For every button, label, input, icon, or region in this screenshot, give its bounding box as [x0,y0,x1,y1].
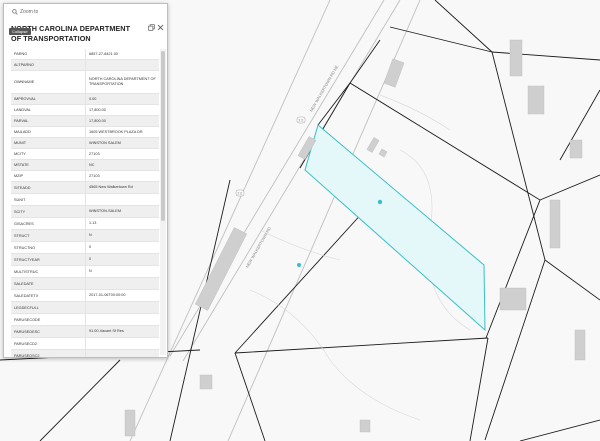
attribute-value: 27103 [85,171,159,181]
attribute-key: ALTPARNO [14,63,34,67]
zoom-to-link[interactable]: Zoom to [12,9,38,15]
attribute-key: LEGDECFULL [14,305,39,310]
attribute-key: MULTISTRUC [14,269,39,274]
attribute-value: 1605 WESTBROOK PLAZA DR [85,127,159,137]
attribute-row: STRUCTNO 0 [11,242,159,254]
attribute-row: PARUSEDSC2 [11,350,159,358]
attribute-row: STRUCTYEAR 0 [11,254,159,266]
attribute-key: MSTATE [14,163,29,167]
dock-icon [147,23,155,31]
attribute-key: PARNO [14,52,28,56]
attribute-key: MAILADD [14,130,31,134]
attribute-row: PARVAL 17,800.00 [11,116,159,127]
attribute-row: IMPROVVAL 0.00 [11,94,159,105]
collapse-tooltip: Collapse [9,28,31,35]
attribute-row: ALTPARNO [11,60,159,71]
svg-text:311: 311 [298,119,304,123]
attribute-value [85,60,159,70]
attribute-key: STRUCTYEAR [14,257,40,262]
attribute-value: 6857-27-8421.00 [85,49,159,59]
attribute-row: PARNO 6857-27-8421.00 [11,49,159,60]
attribute-row: LEGDECFULL [11,302,159,314]
attribute-row: LANDVAL 17,800.00 [11,105,159,116]
attribute-value: 91.00-Vacant Sf Res [85,326,159,337]
attribute-value [85,194,159,205]
attribute-value: 1.13 [85,218,159,229]
scrollbar-thumb[interactable] [161,51,165,221]
attribute-value: WINSTON SALEM [85,138,159,148]
attribute-key: STRUCT [14,233,30,238]
close-button[interactable] [156,23,164,31]
attribute-row: PARUSECODE [11,314,159,326]
attribute-value: 2017-01-06T00:00:00 [85,290,159,301]
attribute-key: OWNNAME [14,80,35,84]
magnifier-icon [12,9,18,15]
attribute-key: SUNIT [14,197,26,202]
attribute-key: STRUCTNO [14,245,36,250]
attribute-popup: Zoom to NORTH CAROLINA DEPARTMENT OF TRA… [3,3,168,358]
address-point-marker[interactable] [297,263,301,267]
attribute-row: PARUSEDESC 91.00-Vacant Sf Res [11,326,159,338]
attribute-key: MCITY [14,152,26,156]
attribute-value [85,350,159,357]
attribute-row: PARUSECD2 [11,338,159,350]
attribute-value: 4565 New Walkertown Rd [85,182,159,193]
attribute-key: PARVAL [14,119,29,123]
attribute-row: SITEADD 4565 New Walkertown Rd [11,182,159,194]
attribute-value: 17,800.00 [85,116,159,126]
attribute-key: IMPROVVAL [14,97,36,101]
attribute-value: 0.00 [85,94,159,104]
attribute-value: WINSTON-SALEM [85,206,159,217]
attribute-value: 17,800.00 [85,105,159,115]
attribute-row: GISACRES 1.13 [11,218,159,230]
attribute-row: MAILADD 1605 WESTBROOK PLAZA DR [11,127,159,138]
attribute-value [85,338,159,349]
attribute-row: MULTISTRUC N [11,266,159,278]
attribute-key: PARUSECODE [14,317,41,322]
attribute-row: SCITY WINSTON-SALEM [11,206,159,218]
attribute-key: SITEADD [14,185,31,190]
attribute-key: SALEDATE [14,281,34,286]
attribute-value [85,278,159,289]
attribute-key: PARUSEDESC [14,329,40,334]
attribute-key: SCITY [14,209,26,214]
attribute-row: MZIP 27103 [11,171,159,182]
attribute-table: PARNO 6857-27-8421.00 ALTPARNO OWNNAME NORTH… [11,49,159,358]
attribute-row: STRUCT N [11,230,159,242]
attribute-row: MCITY 27103 [11,149,159,160]
attribute-key: GISACRES [14,221,34,226]
attribute-value [85,302,159,313]
route-badge-upper: 311 [296,116,306,124]
attribute-row: SALEDATE [11,278,159,290]
attribute-value: NC [85,160,159,170]
attribute-value: N [85,230,159,241]
attribute-row: SUNIT [11,194,159,206]
close-icon [157,24,163,30]
svg-text:311: 311 [237,192,243,196]
attribute-row: MUNIT WINSTON SALEM [11,138,159,149]
parcel-centroid-marker[interactable] [377,199,383,205]
attribute-key: MZIP [14,174,24,178]
attribute-value: N [85,266,159,277]
attribute-value [85,314,159,325]
route-badge-lower: 311 [235,189,245,197]
attribute-row: MSTATE NC [11,160,159,171]
attribute-value: 0 [85,254,159,265]
attribute-key: PARUSEDSC2 [14,353,40,358]
attribute-value: 0 [85,242,159,253]
attribute-value: NORTH CAROLINA DEPARTMENT OF TRANSPORTAT… [85,71,159,93]
attribute-value: 27103 [85,149,159,159]
attribute-key: PARUSECD2 [14,341,37,346]
attribute-row: SALEDATETX 2017-01-06T00:00:00 [11,290,159,302]
dock-button[interactable] [147,23,155,31]
zoom-to-label: Zoom to [20,9,39,15]
attribute-key: LANDVAL [14,108,32,112]
attribute-key: MUNIT [14,141,27,145]
popup-scrollbar[interactable] [160,49,166,355]
attribute-row: OWNNAME NORTH CAROLINA DEPARTMENT OF TRAN… [11,71,159,94]
attribute-key: SALEDATETX [14,293,39,298]
